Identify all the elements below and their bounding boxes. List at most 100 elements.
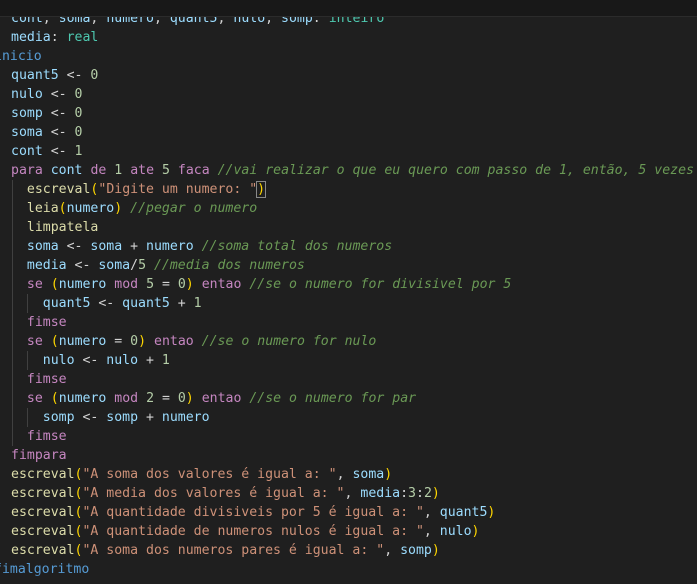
code-token: <-	[74, 410, 107, 425]
code-token: escreval	[11, 524, 75, 539]
indent-guide	[12, 275, 13, 294]
indent-guide	[12, 313, 13, 332]
code-token: )	[185, 277, 194, 292]
code-token: 2	[423, 486, 432, 501]
code-token: faca	[177, 163, 210, 178]
code-line[interactable]: escreval("A soma dos valores é igual a: …	[0, 465, 697, 484]
code-token: somp	[11, 106, 43, 121]
indent-guide	[12, 180, 13, 199]
code-token: soma	[11, 125, 43, 140]
code-token: soma	[352, 467, 385, 482]
code-token: media	[26, 258, 67, 273]
code-token: )	[471, 524, 480, 539]
code-token: (	[50, 391, 59, 406]
code-token: :	[50, 30, 67, 45]
code-token: ,	[423, 505, 440, 520]
code-line[interactable]: quant5 <- quant5 + 1	[0, 294, 697, 313]
code-token: (	[50, 277, 59, 292]
code-editor[interactable]: varcont, soma, numero, quant5, nulo, som…	[0, 0, 697, 584]
code-token: se	[26, 277, 43, 292]
code-token: <-	[66, 258, 99, 273]
code-line[interactable]: somp <- somp + numero	[0, 408, 697, 427]
code-line[interactable]: soma <- soma + numero //soma total dos n…	[0, 237, 697, 256]
code-line[interactable]: escreval("Digite um numero: ")	[0, 180, 697, 199]
indent-guide	[27, 408, 28, 427]
code-token: <-	[58, 239, 91, 254]
code-line[interactable]: quant5 <- 0	[0, 66, 697, 85]
code-line[interactable]: cont <- 1	[0, 142, 697, 161]
code-token: para	[11, 163, 43, 178]
code-token: ate	[130, 163, 155, 178]
code-line[interactable]: inicio	[0, 47, 697, 66]
code-line[interactable]: escreval("A media dos valores é igual a:…	[0, 484, 697, 503]
code-line[interactable]: media <- soma/5 //media dos numeros	[0, 256, 697, 275]
code-token: <-	[90, 296, 123, 311]
code-line[interactable]: nulo <- 0	[0, 85, 697, 104]
code-token: nulo	[42, 353, 75, 368]
indent-guide	[12, 294, 13, 313]
code-token: //pegar o numero	[130, 201, 258, 216]
code-token: ,	[336, 467, 353, 482]
code-line[interactable]: limpatela	[0, 218, 697, 237]
code-line[interactable]: fimse	[0, 370, 697, 389]
code-token: soma	[26, 239, 59, 254]
code-token: quant5	[122, 296, 170, 311]
code-token: +	[122, 239, 147, 254]
code-token: nulo	[439, 524, 472, 539]
code-line[interactable]: leia(numero) //pegar o numero	[0, 199, 697, 218]
code-token: =	[154, 391, 178, 406]
code-token: +	[138, 410, 162, 425]
code-line[interactable]: escreval("A quantidade de numeros nulos …	[0, 522, 697, 541]
code-token: //se o numero for divisivel por 5	[249, 277, 512, 292]
code-token: 0	[74, 106, 83, 121]
code-token: soma	[90, 239, 123, 254]
code-line[interactable]: soma <- 0	[0, 123, 697, 142]
code-token: )	[114, 201, 123, 216]
indent-guide	[12, 237, 13, 256]
code-token: quant5	[11, 68, 59, 83]
code-token: 0	[90, 68, 99, 83]
code-token: "A soma dos numeros pares é igual a: "	[82, 543, 385, 558]
code-line[interactable]: fimse	[0, 313, 697, 332]
code-token: +	[169, 296, 194, 311]
indent-guide	[12, 332, 13, 351]
code-token: )	[384, 467, 393, 482]
code-line[interactable]: fimse	[0, 427, 697, 446]
code-token: )	[431, 486, 440, 501]
code-token: <-	[42, 106, 75, 121]
code-line[interactable]: nulo <- nulo + 1	[0, 351, 697, 370]
code-line[interactable]: se (numero = 0) entao //se o numero for …	[0, 332, 697, 351]
code-line[interactable]: somp <- 0	[0, 104, 697, 123]
code-line[interactable]: escreval("A soma dos numeros pares é igu…	[0, 541, 697, 560]
indent-guide	[12, 389, 13, 408]
code-token: 2	[146, 391, 155, 406]
code-token: se	[26, 391, 43, 406]
code-line[interactable]: se (numero mod 5 = 0) entao //se o numer…	[0, 275, 697, 294]
code-token: 0	[177, 391, 186, 406]
code-token: //se o numero for par	[249, 391, 417, 406]
code-token: 1	[161, 353, 170, 368]
code-token: 5	[146, 277, 155, 292]
code-token: fimse	[26, 372, 67, 387]
indent-guide	[12, 199, 13, 218]
code-token: "A quantidade de numeros nulos é igual a…	[82, 524, 424, 539]
code-token: )	[431, 543, 440, 558]
code-line[interactable]: media: real	[0, 28, 697, 47]
code-token: 0	[74, 125, 83, 140]
code-lines[interactable]: varcont, soma, numero, quant5, nulo, som…	[0, 0, 697, 579]
code-token: numero	[58, 277, 107, 292]
code-token: 0	[177, 277, 186, 292]
code-line[interactable]: fimpara	[0, 446, 697, 465]
code-line[interactable]: para cont de 1 ate 5 faca //vai realizar…	[0, 161, 697, 180]
code-token: <-	[74, 353, 107, 368]
code-token: escreval	[26, 182, 91, 197]
code-token: inicio	[0, 49, 42, 64]
code-token: 1	[193, 296, 202, 311]
code-line[interactable]: escreval("A quantidade divisiveis por 5 …	[0, 503, 697, 522]
code-token: numero	[146, 239, 194, 254]
code-token: limpatela	[26, 220, 99, 235]
code-line[interactable]: se (numero mod 2 = 0) entao //se o numer…	[0, 389, 697, 408]
code-token: mod	[114, 277, 139, 292]
